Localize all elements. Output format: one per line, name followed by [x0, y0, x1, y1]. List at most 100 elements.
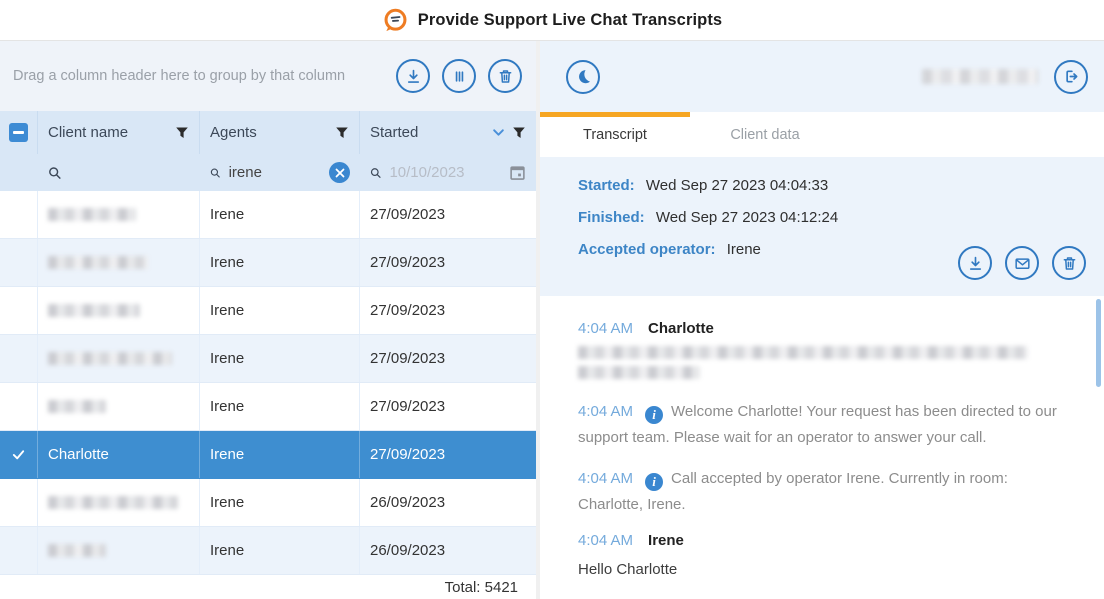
search-icon: [210, 165, 221, 181]
download-transcript-button[interactable]: [958, 246, 992, 280]
agent-cell: Irene: [200, 239, 360, 286]
info-icon: i: [645, 473, 663, 491]
app-window: Provide Support Live Chat Transcripts Dr…: [0, 0, 1104, 599]
total-count: Total: 5421: [445, 579, 518, 596]
agents-filter-input[interactable]: [229, 164, 321, 181]
chat-message: 4:04 AM Irene Hello Charlotte: [578, 532, 1058, 581]
agent-cell: Irene: [200, 431, 360, 478]
finished-value: Wed Sep 27 2023 04:12:24: [656, 209, 838, 226]
client-name-cell: [38, 287, 200, 334]
funnel-icon[interactable]: [512, 126, 526, 140]
search-icon: [48, 165, 62, 181]
message-time: 4:04 AM: [578, 470, 633, 487]
started-date-filter-input[interactable]: [389, 164, 501, 181]
agent-cell: Irene: [200, 287, 360, 334]
transcripts-grid-panel: Drag a column header here to group by th…: [0, 41, 536, 599]
accepted-operator-value: Irene: [727, 241, 761, 258]
row-select-cell[interactable]: [0, 239, 38, 286]
started-cell: 27/09/2023: [360, 191, 536, 238]
transcript-meta: Started: Wed Sep 27 2023 04:04:33 Finish…: [540, 157, 1104, 296]
transcript-panel: Transcript Client data Started: Wed Sep …: [540, 41, 1104, 599]
table-row[interactable]: Irene 27/09/2023: [0, 191, 536, 239]
client-name-cell: [38, 383, 200, 430]
started-cell: 27/09/2023: [360, 431, 536, 478]
download-icon: [404, 67, 423, 86]
table-row[interactable]: Irene 27/09/2023: [0, 287, 536, 335]
page-title: Provide Support Live Chat Transcripts: [418, 11, 722, 30]
columns-icon: [450, 67, 469, 86]
trash-icon: [1060, 254, 1079, 273]
logout-icon: [1062, 67, 1081, 86]
row-select-cell[interactable]: [0, 191, 38, 238]
chat-messages: 4:04 AM Charlotte 4:04 AMiWelcome Charlo…: [540, 296, 1104, 599]
agent-cell: Irene: [200, 479, 360, 526]
search-icon: [370, 165, 381, 181]
started-cell: 27/09/2023: [360, 287, 536, 334]
column-header-agents[interactable]: Agents: [200, 111, 360, 154]
funnel-icon[interactable]: [175, 126, 189, 140]
accepted-operator-label: Accepted operator:: [578, 241, 716, 258]
agent-cell: Irene: [200, 335, 360, 382]
row-select-cell[interactable]: [0, 431, 38, 478]
agent-cell: Irene: [200, 383, 360, 430]
client-name-cell: [38, 479, 200, 526]
chat-scrollbar-thumb[interactable]: [1096, 299, 1101, 387]
table-row[interactable]: Irene 27/09/2023: [0, 239, 536, 287]
client-name-cell: [38, 191, 200, 238]
delete-transcript-button[interactable]: [1052, 246, 1086, 280]
started-cell: 27/09/2023: [360, 335, 536, 382]
row-select-cell[interactable]: [0, 287, 38, 334]
grid-toolbar: Drag a column header here to group by th…: [0, 41, 536, 111]
column-chooser-button[interactable]: [442, 59, 476, 93]
row-select-cell[interactable]: [0, 527, 38, 574]
client-name-cell: [38, 239, 200, 286]
started-cell: 27/09/2023: [360, 383, 536, 430]
clear-filter-icon[interactable]: [329, 162, 350, 183]
download-button[interactable]: [396, 59, 430, 93]
started-label: Started:: [578, 177, 635, 194]
tab-client-data[interactable]: Client data: [690, 112, 840, 157]
message-time: 4:04 AM: [578, 320, 633, 337]
clear-grid-button[interactable]: [488, 59, 522, 93]
row-select-cell[interactable]: [0, 335, 38, 382]
message-text: Hello Charlotte: [578, 558, 1058, 581]
moon-icon: [574, 67, 593, 86]
message-author: Charlotte: [648, 320, 714, 337]
table-row[interactable]: Irene 26/09/2023: [0, 479, 536, 527]
message-time: 4:04 AM: [578, 532, 633, 549]
tab-transcript[interactable]: Transcript: [540, 112, 690, 157]
table-row[interactable]: Irene 27/09/2023: [0, 383, 536, 431]
select-all-checkbox[interactable]: [9, 123, 28, 142]
started-cell: 27/09/2023: [360, 239, 536, 286]
finished-label: Finished:: [578, 209, 645, 226]
dark-mode-toggle-button[interactable]: [566, 60, 600, 94]
client-name-filter-input[interactable]: [70, 164, 190, 181]
row-select-cell[interactable]: [0, 479, 38, 526]
calendar-icon[interactable]: [509, 164, 526, 181]
message-text-redacted: [578, 346, 1058, 379]
column-header-client-name[interactable]: Client name: [38, 111, 200, 154]
client-name-cell: [38, 335, 200, 382]
app-header: Provide Support Live Chat Transcripts: [0, 0, 1104, 41]
email-transcript-button[interactable]: [1005, 246, 1039, 280]
grid-filter-row: [0, 154, 536, 191]
checkmark-icon: [11, 447, 26, 462]
logout-button[interactable]: [1054, 60, 1088, 94]
trash-icon: [496, 67, 515, 86]
table-row[interactable]: Irene 26/09/2023: [0, 527, 536, 575]
funnel-icon[interactable]: [335, 126, 349, 140]
row-select-cell[interactable]: [0, 383, 38, 430]
download-icon: [966, 254, 985, 273]
grid-footer: Total: 5421: [0, 575, 536, 599]
grid-body: Irene 27/09/2023 Irene 27/09/2023 Irene …: [0, 191, 536, 575]
client-name-cell: Charlotte: [38, 431, 200, 478]
column-header-started[interactable]: Started: [360, 111, 536, 154]
table-row[interactable]: Irene 27/09/2023: [0, 335, 536, 383]
provide-support-logo-icon: [382, 7, 409, 34]
info-icon: i: [645, 406, 663, 424]
message-time: 4:04 AM: [578, 403, 633, 420]
client-name-cell: [38, 527, 200, 574]
transcript-topbar: [540, 41, 1104, 112]
table-row-selected[interactable]: Charlotte Irene 27/09/2023: [0, 431, 536, 479]
tab-bar: Transcript Client data: [540, 112, 1104, 157]
